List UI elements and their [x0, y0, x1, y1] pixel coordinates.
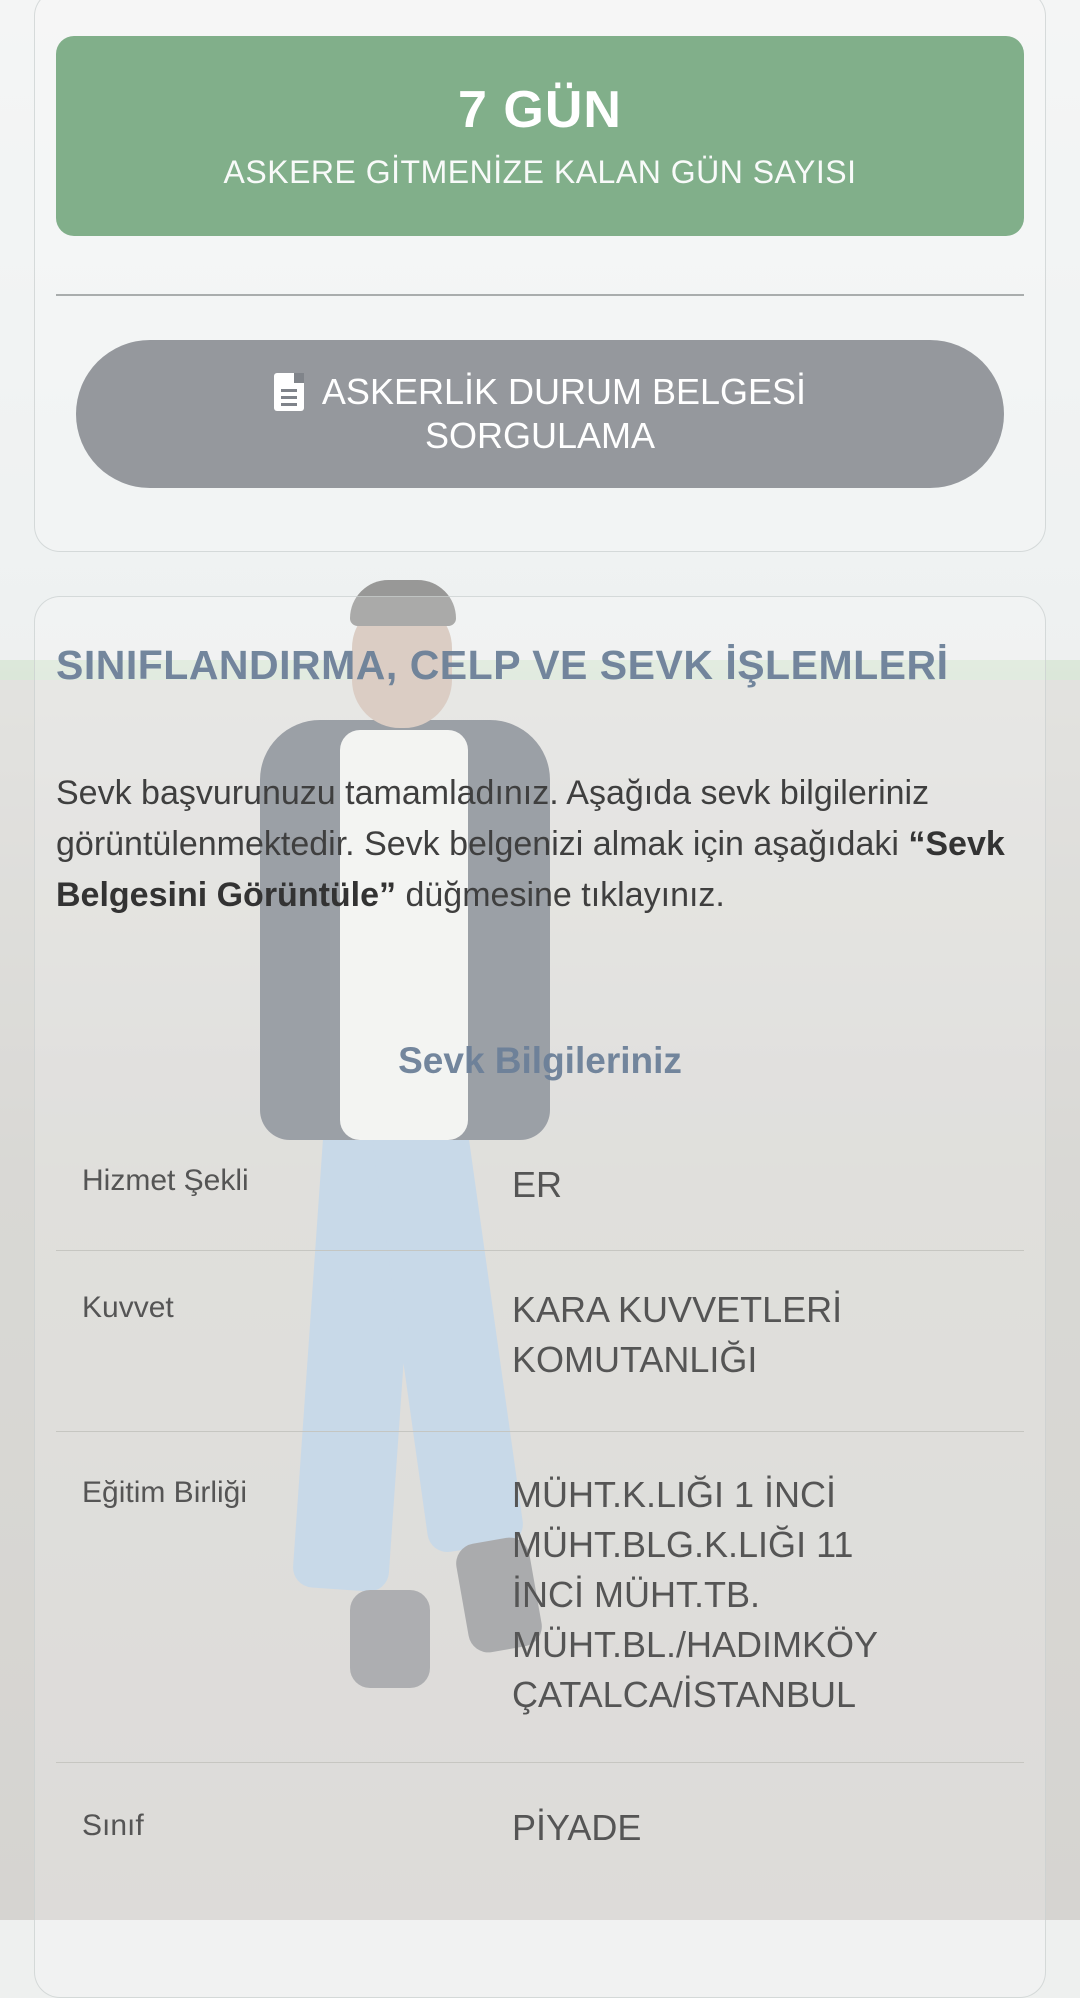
query-button-line2: SORGULAMA — [424, 415, 656, 456]
intro-text-end: düğmesine tıklayınız. — [396, 876, 725, 914]
row-value-line: MÜHT.BLG.K.LIĞI 11 — [512, 1524, 854, 1565]
divider — [56, 294, 1024, 296]
dispatch-info-table: Hizmet Şekli ER Kuvvet KARA KUVVETLERİ K… — [56, 1120, 1024, 1903]
table-row: Hizmet Şekli ER — [56, 1120, 1024, 1251]
countdown-label: ASKERE GİTMENİZE KALAN GÜN SAYISI — [223, 154, 857, 190]
row-value-line: İNCİ MÜHT.TB. — [512, 1574, 760, 1615]
row-key: Kuvvet — [82, 1291, 174, 1324]
intro-text: Sevk başvurunuzu tamamladınız. Aşağıda s… — [56, 768, 1016, 921]
row-value-line: MÜHT.K.LIĞI 1 İNCİ — [512, 1474, 837, 1515]
row-value: MÜHT.K.LIĞI 1 İNCİ MÜHT.BLG.K.LIĞI 11 İN… — [512, 1432, 1024, 1762]
row-value: ER — [512, 1164, 563, 1205]
row-value-line: KARA KUVVETLERİ — [512, 1289, 843, 1330]
document-icon — [273, 373, 304, 411]
military-status-query-button[interactable]: ASKERLİK DURUM BELGESİ SORGULAMA — [76, 340, 1004, 488]
table-row: Sınıf PİYADE — [56, 1763, 1024, 1903]
row-key: Sınıf — [82, 1809, 144, 1842]
table-row: Eğitim Birliği MÜHT.K.LIĞI 1 İNCİ MÜHT.B… — [56, 1432, 1024, 1763]
table-row: Kuvvet KARA KUVVETLERİ KOMUTANLIĞI — [56, 1251, 1024, 1432]
row-value-line: ÇATALCA/İSTANBUL — [512, 1674, 857, 1715]
row-value: KARA KUVVETLERİ KOMUTANLIĞI — [512, 1251, 1024, 1431]
intro-text-start: Sevk başvurunuzu tamamladınız. Aşağıda s… — [56, 774, 930, 863]
row-key: Eğitim Birliği — [82, 1476, 248, 1509]
dispatch-info-title: Sevk Bilgileriniz — [398, 1040, 682, 1081]
row-value-line: KOMUTANLIĞI — [512, 1339, 758, 1380]
section-title: SINIFLANDIRMA, CELP VE SEVK İŞLEMLERİ — [56, 642, 949, 688]
countdown-banner: 7 GÜN ASKERE GİTMENİZE KALAN GÜN SAYISI — [56, 36, 1024, 236]
query-button-line1: ASKERLİK DURUM BELGESİ — [321, 371, 807, 412]
countdown-days: 7 GÜN — [458, 81, 622, 139]
row-value: PİYADE — [512, 1807, 642, 1848]
row-value-line: MÜHT.BL./HADIMKÖY — [512, 1624, 879, 1665]
row-key: Hizmet Şekli — [82, 1164, 249, 1197]
